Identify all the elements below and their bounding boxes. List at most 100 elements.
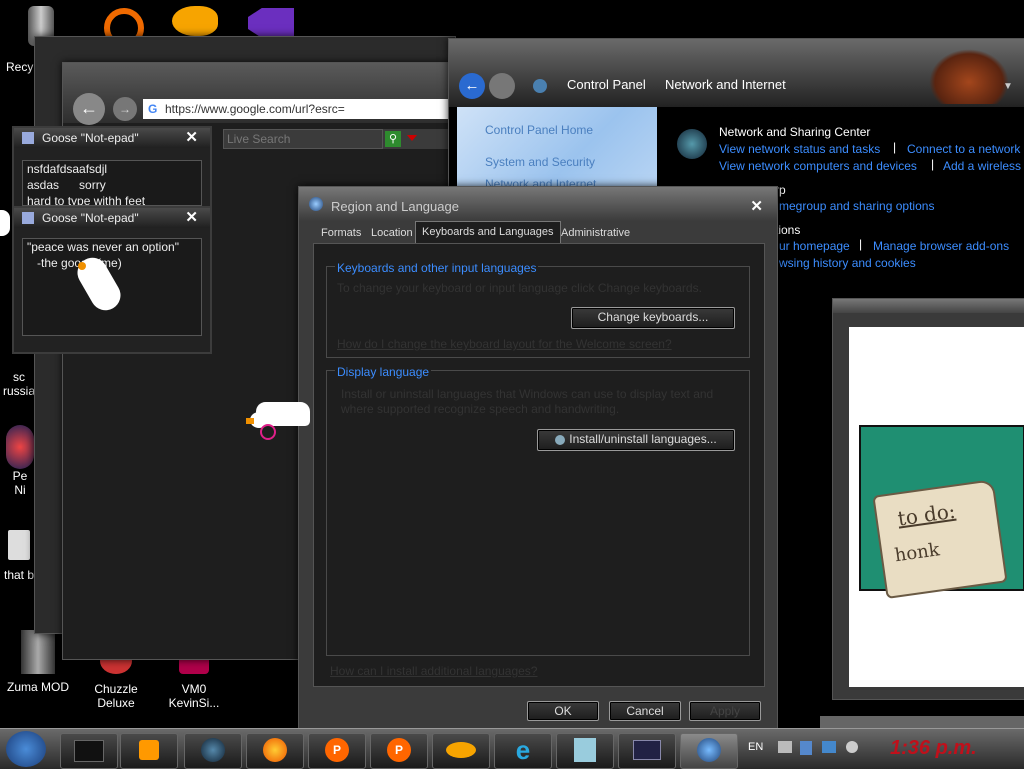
link-connect-network[interactable]: Connect to a network	[907, 142, 1020, 156]
tab-location[interactable]: Location	[365, 223, 419, 243]
prohibited-cursor-icon	[260, 424, 276, 440]
taskbar-popcap[interactable]: P	[308, 733, 366, 769]
control-panel-icon	[533, 79, 547, 93]
tab-strip: Formats Location Keyboards and Languages…	[315, 221, 765, 245]
taskbar-screen[interactable]	[618, 733, 676, 769]
install-additional-languages-link[interactable]: How can I install additional languages?	[330, 664, 537, 678]
todo-paper-scroll: to do: honk	[872, 479, 1008, 599]
link-homepage[interactable]: ur homepage	[779, 239, 850, 253]
link-separator: |	[893, 140, 897, 154]
keyboards-description: To change your keyboard or input languag…	[337, 281, 702, 295]
breadcrumb-network[interactable]: Network and Internet	[665, 77, 786, 92]
dialog-close-button[interactable]: ✕	[750, 197, 763, 215]
apply-button[interactable]: Apply	[689, 701, 761, 721]
search-options-arrow-icon[interactable]	[407, 135, 417, 141]
search-go-button[interactable]: ⚲	[385, 131, 401, 147]
tab-keyboards-languages[interactable]: Keyboards and Languages	[415, 221, 561, 244]
tab-administrative[interactable]: Administrative	[555, 223, 636, 243]
goldfish-icon[interactable]	[172, 6, 218, 36]
google-g-icon: G	[148, 102, 158, 116]
address-bar[interactable]: G https://www.google.com/url?esrc=	[143, 99, 453, 119]
forward-button[interactable]: →	[113, 97, 137, 121]
note-image-window: to do: honk	[832, 298, 1024, 700]
tray-icons	[774, 741, 864, 757]
desktop-icon-label: that b	[3, 568, 35, 582]
goose-beak-icon	[78, 262, 86, 270]
dialog-tab-content: Keyboards and other input languages To c…	[313, 243, 765, 687]
volume-icon[interactable]	[846, 741, 858, 753]
dropdown-arrow-icon[interactable]: ▼	[1003, 81, 1013, 92]
taskbar-firefox[interactable]	[246, 733, 304, 769]
back-button[interactable]: ←	[73, 93, 105, 125]
cp-forward-button[interactable]	[489, 73, 515, 99]
ok-button[interactable]: OK	[527, 701, 599, 721]
search-bar: Live Search ⚲	[223, 129, 453, 149]
sidebar-item-security[interactable]: System and Security	[485, 155, 595, 169]
keyboards-groupbox: Keyboards and other input languages To c…	[326, 261, 750, 358]
desktop-icon-label: Pe Ni	[12, 469, 28, 497]
edge-goose[interactable]	[0, 210, 10, 236]
desktop-icon-label: Chuzzle Deluxe	[94, 682, 138, 710]
desktop-icon-label: Zuma MOD	[6, 680, 69, 694]
clock[interactable]: 1:36 p.m.	[890, 737, 977, 760]
cancel-button[interactable]: Cancel	[609, 701, 681, 721]
todo-line-1: to do:	[896, 498, 957, 531]
link-browser-addons[interactable]: Manage browser add-ons	[873, 239, 1009, 253]
usb-icon[interactable]	[800, 741, 812, 755]
link-browsing-history[interactable]: wsing history and cookies	[779, 256, 916, 270]
breadcrumb-control-panel[interactable]: Control Panel	[567, 77, 646, 92]
zuma-icon	[21, 630, 55, 674]
printer-icon[interactable]	[778, 741, 792, 753]
popcap-icon: P	[387, 738, 411, 762]
turkey-icon	[929, 49, 1009, 104]
taskbar-notepad[interactable]	[556, 733, 614, 769]
desktop-icon-peggle[interactable]: Pe Ni	[2, 425, 38, 497]
close-icon[interactable]: ✕	[185, 208, 198, 228]
todo-line-2: honk	[893, 539, 941, 567]
section-title-network-sharing[interactable]: Network and Sharing Center	[719, 125, 870, 139]
control-panel-nav-bar: ← Control Panel Network and Internet ▼	[449, 39, 1024, 107]
desktop-goose[interactable]	[246, 398, 310, 442]
taskbar-goldfish[interactable]	[432, 733, 490, 769]
sidebar-item-home[interactable]: Control Panel Home	[485, 123, 593, 137]
change-keyboards-button[interactable]: Change keyboards...	[571, 307, 735, 329]
monitor-icon	[633, 740, 661, 760]
install-languages-button[interactable]: Install/uninstall languages...	[537, 429, 735, 451]
desktop-icon-zuma[interactable]: Zuma MOD	[6, 630, 70, 694]
cp-back-button[interactable]: ←	[459, 73, 485, 99]
live-search-input[interactable]: Live Search	[223, 129, 383, 149]
media-player-icon	[139, 740, 159, 760]
desktop-icon-bag[interactable]: that b	[0, 530, 38, 582]
link-view-network-status[interactable]: View network status and tasks	[719, 142, 880, 156]
section-title-internet-options[interactable]: tions	[775, 223, 800, 237]
taskbar-terminal[interactable]	[60, 733, 118, 769]
goose-beak-icon	[246, 418, 254, 424]
welcome-screen-link[interactable]: How do I change the keyboard layout for …	[337, 337, 672, 351]
shield-icon	[555, 434, 566, 445]
address-url: https://www.google.com/url?esrc=	[165, 102, 345, 116]
game-icon	[6, 425, 34, 469]
taskbar-media-player[interactable]	[120, 733, 178, 769]
display-language-groupbox: Display language Install or uninstall la…	[326, 365, 750, 656]
link-add-wireless[interactable]: Add a wireless	[943, 159, 1021, 173]
taskbar-globe[interactable]	[184, 733, 242, 769]
notepad-goose[interactable]	[72, 250, 126, 316]
language-indicator[interactable]: EN	[748, 741, 763, 753]
globe-icon	[201, 738, 225, 762]
tab-formats[interactable]: Formats	[315, 223, 367, 243]
taskbar-ie[interactable]: e	[494, 733, 552, 769]
link-homegroup-sharing[interactable]: megroup and sharing options	[779, 199, 934, 213]
link-view-computers[interactable]: View network computers and devices	[719, 159, 917, 173]
visual-studio-icon[interactable]	[248, 8, 294, 38]
notepad-icon	[22, 132, 34, 144]
taskbar-control-panel[interactable]	[680, 733, 738, 769]
taskbar-popcap-2[interactable]: P	[370, 733, 428, 769]
network-icon[interactable]	[822, 741, 836, 753]
goose-notepad-titlebar: Goose "Not-epad" ✕	[14, 208, 210, 228]
goose-notepad-text[interactable]: nsfdafdsaafsdjl asdas sorry hard to type…	[22, 160, 202, 206]
taskbar: P P e EN 1:36 p.m.	[0, 728, 1024, 769]
start-button[interactable]	[6, 731, 46, 767]
close-icon[interactable]: ✕	[185, 128, 198, 148]
display-group-title: Display language	[335, 365, 432, 379]
network-sharing-icon	[677, 129, 707, 159]
